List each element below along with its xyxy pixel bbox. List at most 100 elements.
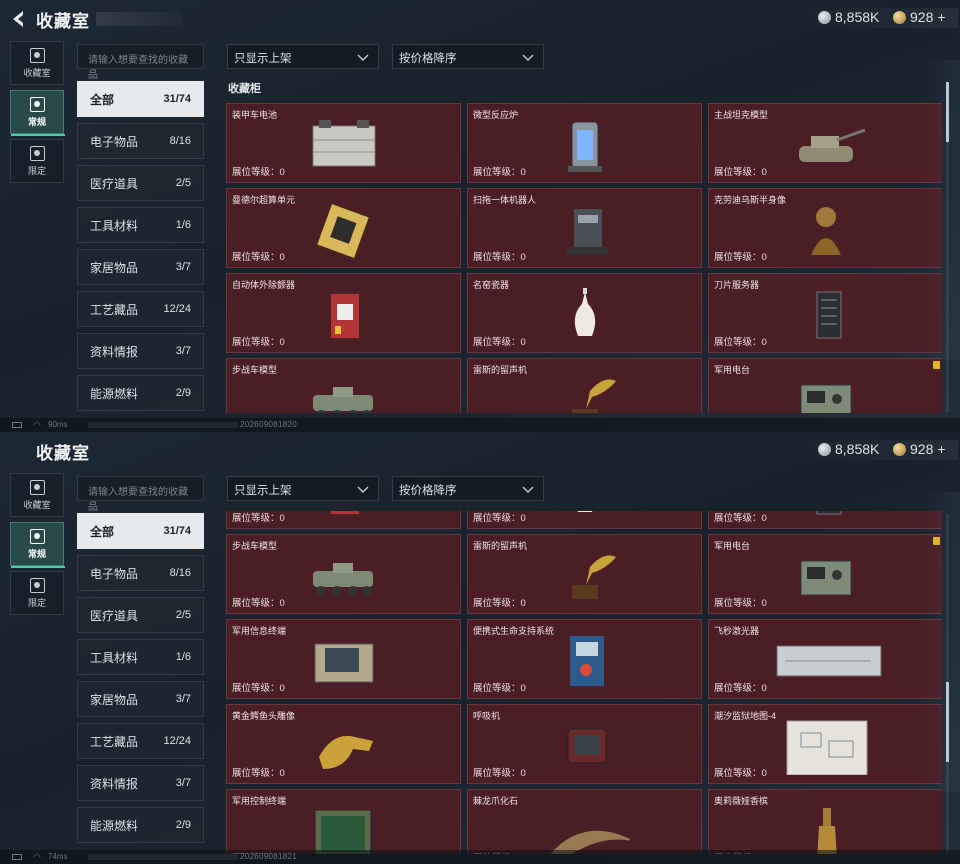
item-name: 雷斯的留声机 — [473, 541, 528, 551]
tab-collection-room[interactable]: 收藏室 — [10, 41, 64, 85]
collection-grid-viewport: 自动体外除颤器展位等级：0 名窑瓷器展位等级：0 刀片服务器展位等级：0 步战车模型展… — [226, 511, 942, 854]
subcategory-button[interactable]: 全部 31/74 — [77, 81, 204, 117]
subcategory-button[interactable]: 医疗道具 2/5 — [77, 597, 204, 633]
armored-battery-icon — [299, 116, 389, 174]
collection-item-card[interactable]: 自动体外除颤器展位等级：0 — [226, 273, 461, 353]
collection-item-card[interactable]: 刀片服务器展位等级：0 — [708, 511, 942, 529]
subcategory-label: 工艺藏品 — [90, 302, 139, 317]
collection-item-card[interactable]: 飞秒激光器 展位等级：0 — [708, 619, 942, 699]
subcategory-button[interactable]: 资料情报 3/7 — [77, 333, 204, 369]
terminal-icon — [299, 632, 389, 690]
subcategory-label: 工艺藏品 — [90, 734, 139, 749]
subcategory-button[interactable]: 医疗道具 2/5 — [77, 165, 204, 201]
grid-scrollbar[interactable] — [946, 82, 949, 412]
limited-icon — [29, 145, 45, 161]
timestamp: 202609081820 — [240, 420, 297, 429]
back-arrow-icon[interactable] — [8, 8, 30, 30]
scrollbar-thumb[interactable] — [946, 82, 949, 142]
subcategory-button[interactable]: 能源燃料 2/9 — [77, 375, 204, 411]
collection-item-card[interactable]: 军用电台展位等级：0 — [708, 534, 942, 614]
collection-grid-viewport: 装甲车电池 展位等级：0 微型反应炉 展位等级：0 主战坦克模型 展位等级：0 曼德尔超算单… — [226, 103, 942, 413]
item-name: 军用电台 — [714, 541, 751, 551]
subcategory-button[interactable]: 能源燃料 2/9 — [77, 807, 204, 843]
collection-item-card[interactable]: 步战车模型展位等级：0 — [226, 534, 461, 614]
subcategory-count: 12/24 — [163, 303, 191, 315]
subcategory-button[interactable]: 全部 31/74 — [77, 513, 204, 549]
subcategory-label: 工具材料 — [90, 218, 139, 233]
collection-item-card[interactable]: 步战车模型展位等级：0 — [226, 358, 461, 413]
subcategory-button[interactable]: 电子物品 8/16 — [77, 123, 204, 159]
item-name: 扫拖一体机器人 — [473, 195, 537, 205]
tab-limited[interactable]: 限定 — [10, 571, 64, 615]
shelf-filter-value: 只显示上架 — [234, 485, 292, 497]
gold-currency[interactable]: 928 + — [893, 9, 946, 25]
subcategory-button[interactable]: 工艺藏品 12/24 — [77, 291, 204, 327]
search-input[interactable]: 请输入想要查找的收藏品 — [77, 476, 204, 513]
item-name: 主战坦克模型 — [714, 110, 769, 120]
subcategory-button[interactable]: 工艺藏品 12/24 — [77, 723, 204, 759]
tab-regular[interactable]: 常规 — [10, 522, 65, 568]
search-input[interactable]: 请输入想要查找的收藏品 — [77, 44, 204, 81]
collection-item-card[interactable]: 奥莉薇娅香槟展位等级：0 — [708, 789, 942, 854]
subcategory-button[interactable]: 工具材料 1/6 — [77, 639, 204, 675]
collection-item-card[interactable]: 棘龙爪化石展位等级：0 — [467, 789, 702, 854]
subcategory-button[interactable]: 工具材料 1/6 — [77, 207, 204, 243]
collection-item-card[interactable]: 扫拖一体机器人 展位等级：0 — [467, 188, 702, 268]
collection-item-card[interactable]: 微型反应炉 展位等级：0 — [467, 103, 702, 183]
item-level: 展位等级：0 — [714, 167, 767, 178]
collection-room-icon — [29, 479, 45, 495]
chevron-down-icon — [522, 54, 534, 61]
item-name: 潮汐监狱地图-4 — [714, 711, 777, 721]
gold-currency[interactable]: 928 + — [893, 441, 946, 457]
subcategory-button[interactable]: 家居物品 3/7 — [77, 681, 204, 717]
collection-item-card[interactable]: 潮汐监狱地图-4 展位等级：0 — [708, 704, 942, 784]
subcategory-button[interactable]: 家居物品 3/7 — [77, 249, 204, 285]
item-level: 展位等级：0 — [473, 513, 526, 524]
shelf-filter-dropdown[interactable]: 只显示上架 — [227, 44, 379, 69]
ping-value: 90ms — [48, 420, 68, 429]
subcategory-count: 31/74 — [163, 93, 191, 105]
tab-label: 常规 — [27, 548, 46, 559]
tab-regular[interactable]: 常规 — [10, 90, 65, 136]
subcategory-count: 2/5 — [175, 177, 191, 189]
shelf-filter-dropdown[interactable]: 只显示上架 — [227, 476, 379, 501]
collection-item-card[interactable]: 克劳迪乌斯半身像 展位等级：0 — [708, 188, 942, 268]
add-gold-button[interactable]: + — [937, 441, 945, 457]
collection-item-card[interactable]: 雷斯的留声机展位等级：0 — [467, 534, 702, 614]
sort-dropdown[interactable]: 按价格降序 — [392, 476, 544, 501]
item-name: 曼德尔超算单元 — [232, 195, 296, 205]
subcategory-button[interactable]: 电子物品 8/16 — [77, 555, 204, 591]
status-bar: ◠ 90ms 202609081820 — [0, 418, 960, 432]
collection-item-card[interactable]: 黄金鳄鱼头雕像 展位等级：0 — [226, 704, 461, 784]
tab-limited[interactable]: 限定 — [10, 139, 64, 183]
collection-item-card[interactable]: 曼德尔超算单元 展位等级：0 — [226, 188, 461, 268]
item-level: 展位等级：0 — [473, 167, 526, 178]
tab-collection-room[interactable]: 收藏室 — [10, 473, 64, 517]
collection-item-card[interactable]: 装甲车电池 展位等级：0 — [226, 103, 461, 183]
collection-item-card[interactable]: 呼吸机 展位等级：0 — [467, 704, 702, 784]
collection-item-card[interactable]: 自动体外除颤器展位等级：0 — [226, 511, 461, 529]
collection-item-card[interactable]: 刀片服务器展位等级：0 — [708, 273, 942, 353]
subcategory-label: 能源燃料 — [90, 386, 139, 401]
map-icon — [781, 717, 871, 776]
collection-screen-bottom: 收藏室 8,858K 928 + 请输入想要查找的收藏品 只显示上架 按价格降序… — [0, 432, 960, 864]
collection-item-card[interactable]: 主战坦克模型 展位等级：0 — [708, 103, 942, 183]
porcelain-icon — [540, 511, 630, 520]
tank-icon — [781, 116, 871, 174]
subcategory-label: 家居物品 — [90, 692, 139, 707]
collection-item-card[interactable]: 雷斯的留声机展位等级：0 — [467, 358, 702, 413]
collection-item-card[interactable]: 军用控制终端展位等级：0 — [226, 789, 461, 854]
collection-item-card[interactable]: 军用信息终端 展位等级：0 — [226, 619, 461, 699]
add-gold-button[interactable]: + — [937, 9, 945, 25]
shelf-filter-value: 只显示上架 — [234, 53, 292, 65]
gold-croc-icon — [299, 717, 389, 775]
collection-item-card[interactable]: 军用电台展位等级：0 — [708, 358, 942, 413]
subcategory-button[interactable]: 资料情报 3/7 — [77, 765, 204, 801]
subcategory-label: 电子物品 — [90, 566, 139, 581]
collection-item-card[interactable]: 名窑瓷器展位等级：0 — [467, 511, 702, 529]
collection-item-card[interactable]: 名窑瓷器展位等级：0 — [467, 273, 702, 353]
scrollbar-thumb[interactable] — [946, 682, 949, 762]
sort-dropdown[interactable]: 按价格降序 — [392, 44, 544, 69]
collection-item-card[interactable]: 便携式生命支持系统 展位等级：0 — [467, 619, 702, 699]
grid-scrollbar[interactable] — [946, 514, 949, 854]
